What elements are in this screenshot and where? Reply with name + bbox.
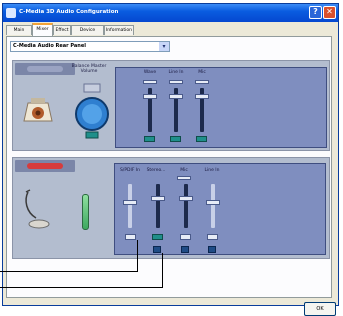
spdif-in-label: S/PDIF In bbox=[119, 168, 141, 173]
recording-mixer bbox=[114, 163, 326, 255]
window-title: C-Media 3D Audio Configuration bbox=[19, 9, 119, 15]
wave-balance-slider[interactable] bbox=[143, 80, 157, 84]
stereo-mix-select-checkbox[interactable] bbox=[152, 234, 163, 240]
rec-line-in-volume-thumb[interactable] bbox=[206, 200, 220, 205]
wave-mute-button[interactable] bbox=[144, 136, 155, 142]
ok-button[interactable]: OK bbox=[304, 302, 336, 316]
app-icon bbox=[6, 8, 16, 18]
balance-master-label: Balance Master Volume bbox=[71, 64, 107, 74]
playback-section-header bbox=[15, 63, 75, 75]
mic-balance-slider[interactable] bbox=[195, 80, 209, 84]
rec-mic-volume-track[interactable] bbox=[184, 184, 188, 228]
line-in-balance-slider[interactable] bbox=[169, 80, 183, 84]
mic-mute-button[interactable] bbox=[196, 136, 207, 142]
rec-mic-advanced-button[interactable] bbox=[181, 246, 189, 253]
title-bar[interactable]: C-Media 3D Audio Configuration ? ✕ bbox=[3, 4, 338, 22]
microphone-icon bbox=[25, 189, 50, 229]
rec-line-in-volume-track[interactable] bbox=[211, 184, 215, 228]
device-dropdown[interactable]: C-Media Audio Rear Panel ▾ bbox=[10, 41, 170, 52]
record-icon bbox=[27, 163, 63, 169]
wave-volume-thumb[interactable] bbox=[143, 94, 157, 99]
spdif-in-volume-track[interactable] bbox=[128, 184, 132, 228]
rec-mic-select-checkbox[interactable] bbox=[180, 234, 191, 240]
tab-information[interactable]: Information bbox=[104, 25, 134, 35]
spdif-in-select-checkbox[interactable] bbox=[125, 234, 136, 240]
speaker-device-icon bbox=[23, 98, 53, 122]
rec-mic-label: Mic bbox=[180, 168, 188, 173]
wave-label: Wave bbox=[143, 70, 157, 75]
stereo-mix-label: Stereo... bbox=[146, 168, 166, 173]
speaker-icon bbox=[27, 66, 63, 72]
tab-effect[interactable]: Effect bbox=[53, 25, 71, 35]
help-button[interactable]: ? bbox=[309, 6, 322, 19]
rec-line-in-advanced-button[interactable] bbox=[208, 246, 216, 253]
rec-line-in-label: Line In bbox=[204, 168, 220, 173]
balance-knob[interactable] bbox=[72, 82, 112, 142]
line-in-volume-thumb[interactable] bbox=[169, 94, 183, 99]
record-level-meter bbox=[82, 194, 89, 230]
rec-line-in-select-checkbox[interactable] bbox=[207, 234, 218, 240]
line-in-label: Line In bbox=[168, 70, 184, 75]
stereo-mix-volume-track[interactable] bbox=[156, 184, 160, 228]
tab-device-setting[interactable]: Device Setting bbox=[71, 25, 104, 42]
tab-mixer[interactable]: Mixer bbox=[32, 23, 53, 36]
tab-main-setting[interactable]: Main Setting bbox=[6, 25, 32, 42]
callout-line-lower-vertical bbox=[162, 253, 163, 288]
mic-label: Mic bbox=[198, 70, 206, 75]
stereo-mix-volume-thumb[interactable] bbox=[151, 196, 165, 201]
rec-mic-boost-slider[interactable] bbox=[177, 176, 191, 180]
stereo-mix-advanced-button[interactable] bbox=[153, 246, 161, 253]
recording-section-header bbox=[15, 160, 75, 172]
callout-line-upper-vertical bbox=[137, 240, 138, 272]
device-dropdown-value: C-Media Audio Rear Panel bbox=[13, 43, 86, 49]
chevron-down-icon[interactable]: ▾ bbox=[159, 42, 169, 51]
close-button[interactable]: ✕ bbox=[323, 6, 336, 19]
callout-line-lower bbox=[0, 287, 163, 288]
line-in-mute-button[interactable] bbox=[170, 136, 181, 142]
mic-volume-thumb[interactable] bbox=[195, 94, 209, 99]
spdif-in-volume-thumb[interactable] bbox=[123, 200, 137, 205]
rec-mic-volume-thumb[interactable] bbox=[179, 196, 193, 201]
callout-line-upper bbox=[0, 271, 138, 272]
